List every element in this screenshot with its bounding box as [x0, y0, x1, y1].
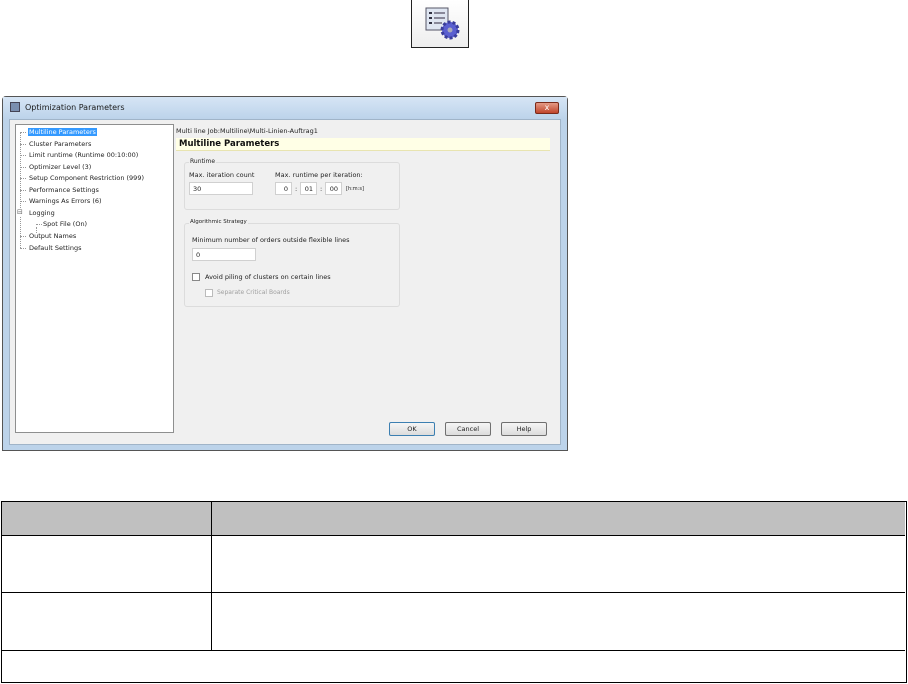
tree-item-warnings-as-errors[interactable]: Warnings As Errors (6) [29, 197, 102, 205]
app-icon [10, 102, 20, 112]
title-bar[interactable]: Optimization Parameters x [3, 97, 567, 119]
tree-item-setup-component-restriction[interactable]: Setup Component Restriction (999) [29, 174, 144, 182]
max-iteration-label: Max. iteration count [189, 171, 255, 179]
section-title: Multiline Parameters [179, 139, 280, 149]
tree-item-cluster-parameters[interactable]: Cluster Parameters [29, 140, 91, 148]
section-banner: Multiline Parameters [176, 138, 550, 151]
min-orders-input[interactable]: 0 [192, 248, 256, 261]
close-button[interactable]: x [535, 102, 559, 114]
tree-item-performance-settings[interactable]: Performance Settings [29, 186, 99, 194]
time-separator: : [295, 185, 298, 193]
runtime-group-label: Runtime [189, 158, 217, 165]
separate-critical-boards-checkbox[interactable] [205, 289, 213, 297]
table-footer-cell [2, 651, 905, 681]
optimization-parameters-dialog: Optimization Parameters x Multiline Para… [2, 96, 568, 451]
tree-item-output-names[interactable]: Output Names [29, 232, 76, 240]
tree-item-default-settings[interactable]: Default Settings [29, 244, 81, 252]
dialog-client: Multiline Parameters Cluster Parameters … [9, 119, 561, 445]
description-table [1, 501, 907, 683]
table-cell [212, 593, 905, 651]
tree-item-limit-runtime[interactable]: Limit runtime (Runtime 00:10:00) [29, 151, 138, 159]
table-header-cell [212, 502, 905, 536]
dialog-title: Optimization Parameters [25, 103, 125, 112]
strategy-group-label: Algorithmic Strategy [189, 219, 248, 225]
table-cell [212, 536, 905, 593]
tree-item-logging[interactable]: Logging [29, 209, 55, 217]
parameter-tree[interactable]: Multiline Parameters Cluster Parameters … [15, 124, 174, 433]
table-header-cell [2, 502, 212, 536]
time-separator: : [320, 185, 323, 193]
tree-expander-icon[interactable]: ⊟ [17, 208, 23, 216]
ok-button[interactable]: OK [389, 422, 435, 436]
separate-critical-boards-label: Separate Critical Boards [217, 289, 290, 296]
job-path: Multi line Job:Multiline\Multi-Linien-Au… [176, 127, 318, 135]
max-runtime-label: Max. runtime per iteration: [275, 171, 363, 179]
time-unit-label: [h:m:s] [346, 186, 364, 192]
avoid-piling-checkbox[interactable] [192, 273, 200, 281]
settings-list-gear-icon[interactable] [411, 0, 469, 48]
cancel-button[interactable]: Cancel [445, 422, 491, 436]
tree-item-optimizer-level[interactable]: Optimizer Level (3) [29, 163, 91, 171]
tree-item-spot-file[interactable]: Spot File (On) [43, 220, 87, 228]
runtime-hours-input[interactable]: 0 [275, 182, 292, 195]
min-orders-label: Minimum number of orders outside flexibl… [192, 236, 350, 244]
tree-item-multiline-parameters[interactable]: Multiline Parameters [28, 128, 97, 136]
max-iteration-input[interactable]: 30 [189, 182, 253, 195]
table-cell [2, 536, 212, 593]
runtime-seconds-input[interactable]: 00 [325, 182, 342, 195]
avoid-piling-label: Avoid piling of clusters on certain line… [205, 273, 331, 281]
help-button[interactable]: Help [501, 422, 547, 436]
runtime-minutes-input[interactable]: 01 [300, 182, 317, 195]
table-cell [2, 593, 212, 651]
